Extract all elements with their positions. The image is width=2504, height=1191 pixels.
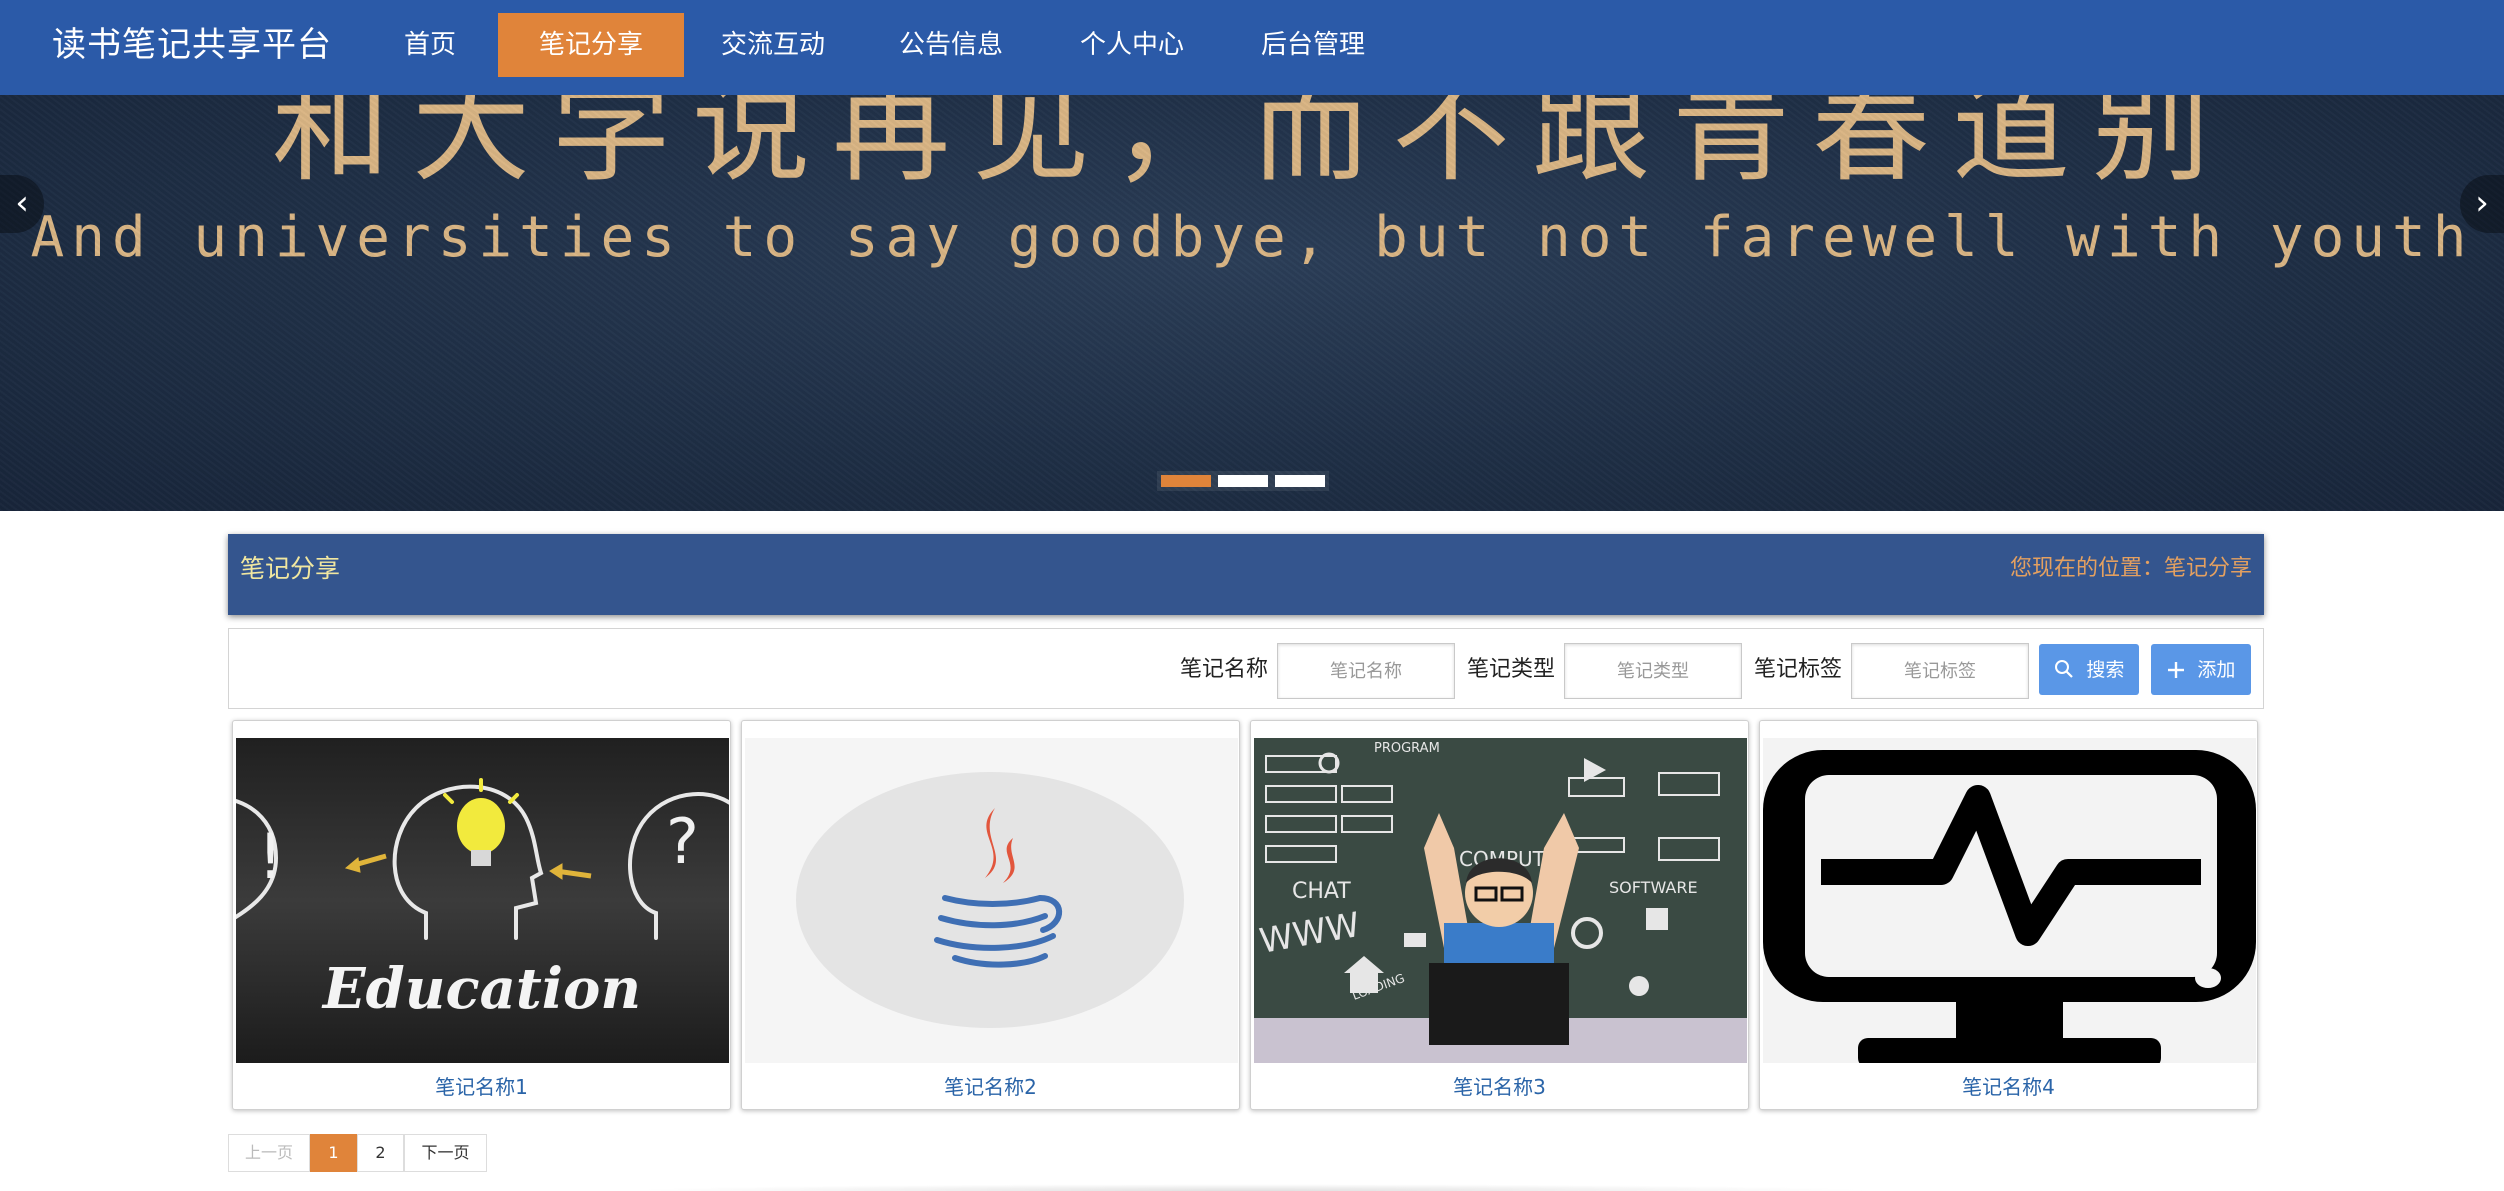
note-title-link[interactable]: 笔记名称2: [742, 1065, 1239, 1109]
education-chalkboard-image[interactable]: ! ? Education: [236, 738, 729, 1063]
computer-kid-chalkboard-image[interactable]: PROGRAM CHAT WWW COMPUTER SOFTWARE LOADI…: [1254, 738, 1747, 1063]
image-word-program: PROGRAM: [1374, 741, 1440, 756]
note-card[interactable]: ! ? Education 笔记名称1: [232, 720, 731, 1110]
note-card[interactable]: 笔记名称2: [741, 720, 1240, 1110]
section-header: 笔记分享 您现在的位置：笔记分享: [228, 534, 2264, 615]
image-word-chat: CHAT: [1292, 879, 1351, 904]
carousel-prev-button[interactable]: ‹: [0, 175, 44, 233]
monitor-heartbeat-icon[interactable]: [1763, 738, 2256, 1063]
note-tag-input[interactable]: [1851, 643, 2029, 699]
next-page-button[interactable]: 下一页: [404, 1134, 487, 1172]
nav-item-admin[interactable]: 后台管理: [1240, 13, 1386, 77]
svg-text:!: !: [258, 820, 283, 893]
search-button[interactable]: 搜索: [2039, 644, 2139, 695]
education-image-text: Education: [321, 956, 641, 1022]
image-word-software: SOFTWARE: [1609, 878, 1698, 897]
nav-item-home[interactable]: 首页: [380, 13, 480, 77]
nav-item-interaction[interactable]: 交流互动: [700, 13, 846, 77]
page-2-button[interactable]: 2: [357, 1134, 404, 1172]
note-name-label: 笔记名称: [1180, 657, 1269, 682]
note-type-input[interactable]: [1564, 643, 1742, 699]
nav-item-personal-center[interactable]: 个人中心: [1060, 13, 1204, 77]
footer-shadow: [620, 1184, 1880, 1191]
carousel-next-button[interactable]: ›: [2460, 175, 2504, 233]
search-icon: [2054, 657, 2081, 681]
banner-chinese-text: 和大学说再见，而不跟青春道别: [271, 95, 2232, 198]
search-button-label: 搜索: [2086, 659, 2125, 681]
note-card[interactable]: 笔记名称4: [1759, 720, 2258, 1110]
note-title-link[interactable]: 笔记名称3: [1251, 1065, 1748, 1109]
banner-english-text: And universities to say goodbye, but not…: [30, 205, 2474, 270]
add-button[interactable]: 添加: [2151, 644, 2251, 695]
note-name-input[interactable]: [1277, 643, 1455, 699]
nav-item-announcements[interactable]: 公告信息: [880, 13, 1022, 77]
section-title: 笔记分享: [240, 554, 341, 583]
search-bar: 笔记名称 笔记类型 笔记标签 搜索 添加: [228, 628, 2264, 709]
plus-icon: [2167, 657, 2192, 681]
note-title-link[interactable]: 笔记名称1: [233, 1065, 730, 1109]
chevron-left-icon: ‹: [15, 183, 29, 223]
note-card[interactable]: PROGRAM CHAT WWW COMPUTER SOFTWARE LOADI…: [1250, 720, 1749, 1110]
java-logo-image[interactable]: [745, 738, 1238, 1063]
svg-text:?: ?: [666, 805, 699, 878]
carousel-dot-3[interactable]: [1275, 475, 1325, 487]
carousel-dot-1[interactable]: [1161, 475, 1211, 487]
chevron-right-icon: ›: [2475, 183, 2489, 223]
page-1-button[interactable]: 1: [310, 1134, 357, 1172]
prev-page-button[interactable]: 上一页: [228, 1134, 310, 1172]
carousel-indicators: [1157, 471, 1329, 491]
add-button-label: 添加: [2197, 659, 2236, 681]
top-nav: 读书笔记共享平台 首页 笔记分享 交流互动 公告信息 个人中心 后台管理: [0, 0, 2504, 95]
site-brand[interactable]: 读书笔记共享平台: [52, 0, 332, 95]
carousel-dot-2[interactable]: [1218, 475, 1268, 487]
banner-carousel: 和大学说再见，而不跟青春道别 And universities to say g…: [0, 95, 2504, 511]
note-tag-label: 笔记标签: [1754, 657, 1843, 682]
breadcrumb: 您现在的位置：笔记分享: [2009, 556, 2252, 581]
nav-item-note-share[interactable]: 笔记分享: [498, 13, 684, 77]
note-title-link[interactable]: 笔记名称4: [1760, 1065, 2257, 1109]
note-type-label: 笔记类型: [1467, 657, 1556, 682]
